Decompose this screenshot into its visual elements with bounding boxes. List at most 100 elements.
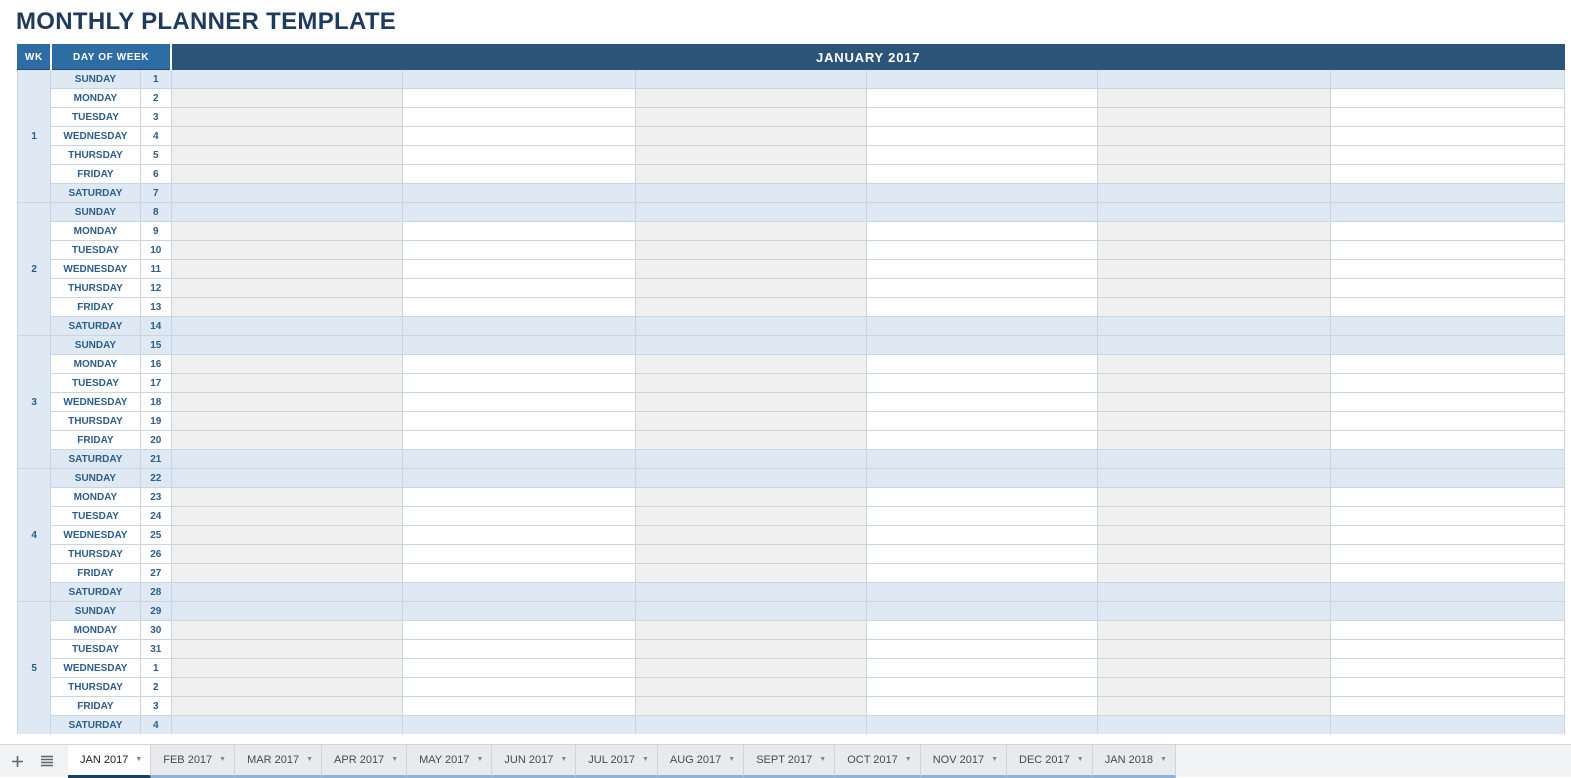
entry-cell[interactable] [634, 601, 867, 621]
entry-cell[interactable] [170, 525, 404, 545]
entry-cell[interactable] [1097, 335, 1331, 355]
date-number-cell[interactable]: 15 [139, 335, 172, 355]
entry-cell[interactable] [865, 164, 1099, 184]
date-number-cell[interactable]: 31 [139, 639, 172, 659]
entry-cell[interactable] [170, 164, 404, 184]
entry-cell[interactable] [634, 715, 867, 734]
entry-cell[interactable] [634, 525, 867, 545]
sheet-tab[interactable]: JAN 2017 ▼ [68, 744, 152, 778]
entry-cell[interactable] [170, 88, 404, 108]
entry-cell[interactable] [1097, 658, 1331, 678]
entry-cell[interactable] [865, 145, 1099, 165]
day-of-week-cell[interactable]: SATURDAY [50, 316, 141, 336]
entry-cell[interactable] [1097, 164, 1331, 184]
chevron-down-icon[interactable]: ▼ [728, 756, 735, 763]
sheet-tab[interactable]: AUG 2017 ▼ [657, 744, 745, 778]
date-number-cell[interactable]: 11 [139, 259, 172, 279]
entry-cell[interactable] [634, 164, 867, 184]
entry-cell[interactable] [865, 715, 1099, 734]
entry-cell[interactable] [402, 430, 636, 450]
entry-cell[interactable] [402, 316, 636, 336]
entry-cell[interactable] [1097, 278, 1331, 298]
date-number-cell[interactable]: 30 [139, 620, 172, 640]
entry-cell[interactable] [634, 373, 867, 393]
entry-cell[interactable] [170, 107, 404, 127]
entry-cell[interactable] [1329, 487, 1566, 507]
entry-cell[interactable] [1329, 620, 1566, 640]
chevron-down-icon[interactable]: ▼ [476, 756, 483, 763]
entry-cell[interactable] [865, 126, 1099, 146]
entry-cell[interactable] [1097, 487, 1331, 507]
day-of-week-cell[interactable]: FRIDAY [50, 164, 141, 184]
entry-cell[interactable] [865, 259, 1099, 279]
entry-cell[interactable] [170, 601, 404, 621]
day-of-week-cell[interactable]: THURSDAY [50, 411, 141, 431]
entry-cell[interactable] [634, 582, 867, 602]
entry-cell[interactable] [634, 88, 867, 108]
entry-cell[interactable] [170, 240, 404, 260]
entry-cell[interactable] [402, 449, 636, 469]
entry-cell[interactable] [865, 278, 1099, 298]
day-of-week-cell[interactable]: THURSDAY [50, 145, 141, 165]
date-number-cell[interactable]: 25 [139, 525, 172, 545]
entry-cell[interactable] [402, 69, 636, 89]
entry-cell[interactable] [865, 297, 1099, 317]
entry-cell[interactable] [634, 316, 867, 336]
date-number-cell[interactable]: 21 [139, 449, 172, 469]
entry-cell[interactable] [402, 715, 636, 734]
entry-cell[interactable] [170, 506, 404, 526]
entry-cell[interactable] [170, 145, 404, 165]
entry-cell[interactable] [402, 411, 636, 431]
entry-cell[interactable] [634, 544, 867, 564]
entry-cell[interactable] [170, 620, 404, 640]
date-number-cell[interactable]: 1 [139, 658, 172, 678]
entry-cell[interactable] [634, 145, 867, 165]
entry-cell[interactable] [1097, 468, 1331, 488]
day-of-week-cell[interactable]: TUESDAY [50, 107, 141, 127]
date-number-cell[interactable]: 14 [139, 316, 172, 336]
entry-cell[interactable] [402, 373, 636, 393]
date-number-cell[interactable]: 12 [139, 278, 172, 298]
entry-cell[interactable] [1097, 145, 1331, 165]
day-of-week-cell[interactable]: THURSDAY [50, 278, 141, 298]
entry-cell[interactable] [1097, 69, 1331, 89]
entry-cell[interactable] [402, 658, 636, 678]
chevron-down-icon[interactable]: ▼ [135, 756, 142, 763]
entry-cell[interactable] [1097, 563, 1331, 583]
date-number-cell[interactable]: 6 [139, 164, 172, 184]
chevron-down-icon[interactable]: ▼ [219, 756, 226, 763]
entry-cell[interactable] [634, 392, 867, 412]
entry-cell[interactable] [634, 411, 867, 431]
entry-cell[interactable] [865, 544, 1099, 564]
day-of-week-cell[interactable]: SATURDAY [50, 715, 141, 734]
day-of-week-cell[interactable]: WEDNESDAY [50, 259, 141, 279]
chevron-down-icon[interactable]: ▼ [991, 756, 998, 763]
entry-cell[interactable] [634, 69, 867, 89]
entry-cell[interactable] [1097, 696, 1331, 716]
entry-cell[interactable] [1329, 430, 1566, 450]
day-of-week-cell[interactable]: WEDNESDAY [50, 392, 141, 412]
day-of-week-cell[interactable]: FRIDAY [50, 430, 141, 450]
entry-cell[interactable] [402, 487, 636, 507]
week-number-cell[interactable]: 2 [16, 202, 52, 336]
day-of-week-cell[interactable]: SUNDAY [50, 69, 141, 89]
entry-cell[interactable] [1329, 582, 1566, 602]
entry-cell[interactable] [1097, 582, 1331, 602]
date-number-cell[interactable]: 4 [139, 126, 172, 146]
entry-cell[interactable] [402, 696, 636, 716]
entry-cell[interactable] [865, 411, 1099, 431]
entry-cell[interactable] [1097, 639, 1331, 659]
entry-cell[interactable] [1097, 715, 1331, 734]
entry-cell[interactable] [634, 335, 867, 355]
entry-cell[interactable] [1329, 525, 1566, 545]
entry-cell[interactable] [1329, 145, 1566, 165]
entry-cell[interactable] [634, 259, 867, 279]
date-number-cell[interactable]: 29 [139, 601, 172, 621]
entry-cell[interactable] [865, 335, 1099, 355]
date-number-cell[interactable]: 19 [139, 411, 172, 431]
entry-cell[interactable] [1097, 449, 1331, 469]
entry-cell[interactable] [402, 240, 636, 260]
entry-cell[interactable] [170, 259, 404, 279]
entry-cell[interactable] [402, 145, 636, 165]
sheet-tab[interactable]: FEB 2017 ▼ [151, 744, 236, 778]
